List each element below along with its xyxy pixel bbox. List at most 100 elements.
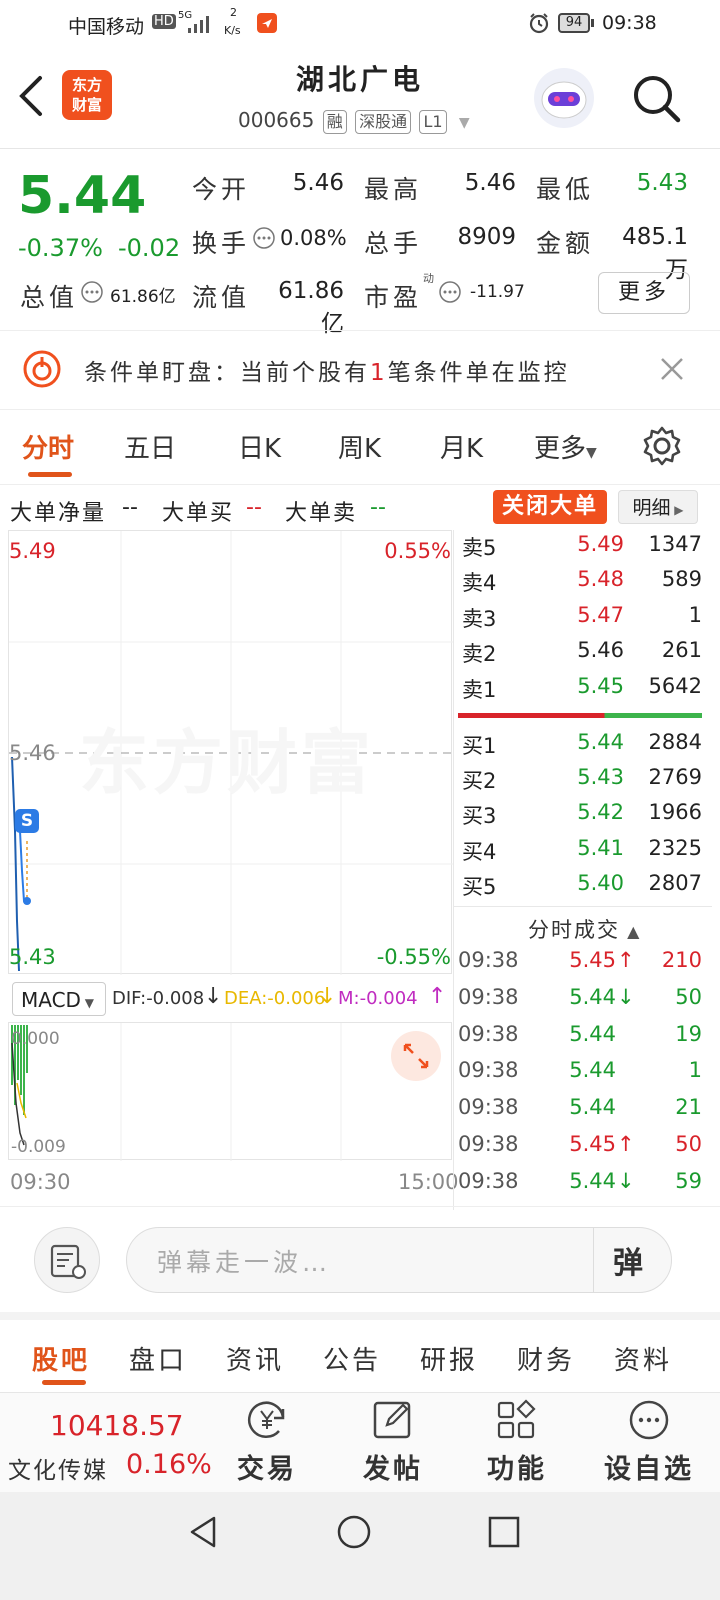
logo-line1: 东方	[71, 76, 102, 94]
condition-order-banner[interactable]: 条件单盯盘：当前个股有1笔条件单在监控	[0, 330, 720, 410]
tab-guba[interactable]: 股吧	[32, 1340, 90, 1377]
close-big-order-button[interactable]: 关闭大单	[493, 490, 607, 524]
tab-monthly-k[interactable]: 月K	[440, 428, 483, 465]
tab-announcements[interactable]: 公告	[323, 1340, 381, 1377]
danmu-placeholder: 弹幕走一波…	[157, 1248, 332, 1277]
ask-row: 卖1 5.45 5642	[454, 674, 704, 709]
danmu-input[interactable]: 弹幕走一波… 弹	[126, 1227, 672, 1293]
gear-icon[interactable]	[640, 424, 684, 468]
ask-price: 5.49	[577, 532, 624, 556]
trade-direction-icon: ↑	[617, 1132, 635, 1156]
eastmoney-logo[interactable]: 东方 财富	[62, 70, 112, 120]
time-axis-start: 09:30	[10, 1170, 71, 1194]
indicator-select[interactable]: MACD ▼	[12, 982, 106, 1016]
add-watchlist-button[interactable]: 设自选	[594, 1397, 704, 1491]
pe-dynamic-sup: 动	[423, 272, 434, 285]
ask-price: 5.45	[577, 673, 624, 698]
trade-price: 5.44	[569, 1095, 616, 1120]
ask-row: 卖4 5.48 589	[454, 567, 704, 602]
danmu-toggle-button[interactable]: 弹	[613, 1238, 643, 1282]
expand-button[interactable]	[391, 1031, 441, 1081]
tab-news[interactable]: 资讯	[226, 1340, 284, 1377]
pe-value: -11.97	[470, 282, 525, 302]
watermark: 东方财富	[79, 722, 375, 804]
sell-signal-marker[interactable]: S	[15, 809, 39, 833]
stock-code-row[interactable]: 000665 融 深股通 L1 ▼	[238, 108, 470, 134]
home-circle-icon[interactable]	[334, 1512, 374, 1552]
tab-finance[interactable]: 财务	[517, 1340, 575, 1377]
tab-profile[interactable]: 资料	[614, 1340, 672, 1377]
tab-five-day[interactable]: 五日	[124, 428, 176, 465]
more-button[interactable]: 更多	[598, 272, 690, 314]
macd-y-bottom: -0.009	[11, 1137, 66, 1157]
trade-price: 5.44	[569, 1021, 616, 1046]
function-button[interactable]: 功能	[476, 1397, 558, 1491]
tab-daily-k[interactable]: 日K	[238, 428, 281, 465]
bid-volume: 2807	[648, 870, 702, 895]
info-dots-icon[interactable]	[252, 226, 276, 250]
bid-volume: 2769	[648, 765, 702, 790]
tab-research[interactable]: 研报	[420, 1340, 478, 1377]
robot-avatar[interactable]	[534, 68, 594, 128]
ask-volume: 1347	[648, 532, 702, 556]
trade-price: 5.44	[569, 1058, 616, 1083]
ask-level-label: 卖5	[462, 536, 497, 560]
trade-row: 09:38 5.44 ↓ 59	[454, 1169, 704, 1204]
net-big-order-value: --	[122, 495, 138, 520]
bid-price: 5.41	[577, 835, 624, 860]
divider	[593, 1228, 594, 1292]
caret-down-icon: ▼	[80, 996, 94, 1010]
big-order-row: 大单净量 -- 大单买 -- 大单卖 -- 关闭大单 明细 ▶	[0, 485, 720, 530]
y-axis-top-pct: 0.55%	[384, 539, 451, 563]
notes-button[interactable]	[34, 1227, 100, 1293]
index-name: 文化传媒	[8, 1458, 108, 1484]
connect-tag: 深股通	[355, 110, 412, 134]
y-axis-top-price: 5.49	[9, 539, 56, 563]
volume-label: 总手	[364, 229, 423, 258]
trade-volume: 1	[688, 1058, 702, 1083]
trade-button[interactable]: 交易	[226, 1397, 308, 1491]
intraday-chart[interactable]: 东方财富 5.49 0.55% 5.46 5.43 -0.55% S	[8, 530, 453, 975]
last-price-dot	[23, 897, 31, 905]
trade-volume: 19	[675, 1021, 702, 1046]
tab-orderbook[interactable]: 盘口	[129, 1340, 187, 1377]
tab-more-label: 更多	[534, 434, 587, 464]
trade-volume: 21	[675, 1095, 702, 1120]
y-axis-bottom-pct: -0.55%	[376, 945, 451, 969]
low-label: 最低	[536, 175, 595, 204]
back-icon[interactable]	[14, 74, 48, 118]
target-icon	[23, 350, 61, 388]
back-triangle-icon[interactable]	[184, 1512, 224, 1552]
speed-unit: K/s	[224, 24, 241, 37]
notes-settings-icon	[50, 1244, 86, 1279]
trade-price: 5.44	[569, 1168, 616, 1193]
bid-row: 买1 5.44 2884	[454, 730, 704, 765]
trade-time: 09:38	[458, 1132, 519, 1156]
trades-title[interactable]: 分时成交 ▲	[528, 914, 641, 944]
info-dots-icon[interactable]	[438, 280, 462, 304]
turnover-label: 换手	[192, 229, 251, 258]
ask-row: 卖2 5.46 261	[454, 638, 704, 673]
bid-volume: 2325	[648, 835, 702, 860]
detail-button[interactable]: 明细 ▶	[618, 490, 698, 524]
battery-icon: 94	[558, 13, 590, 33]
tab-intraday[interactable]: 分时	[22, 428, 74, 465]
content-tab-bar: 股吧 盘口 资讯 公告 研报 财务 资料	[0, 1312, 720, 1390]
close-icon[interactable]	[658, 355, 686, 383]
bid-level-label: 买3	[462, 804, 497, 829]
macd-chart[interactable]: 0.000 -0.009	[8, 1022, 452, 1161]
macd-dea: DEA:-0.006	[224, 988, 326, 1009]
tab-weekly-k[interactable]: 周K	[338, 428, 381, 465]
recents-square-icon[interactable]	[484, 1512, 524, 1552]
trade-time: 09:38	[458, 1058, 519, 1083]
search-icon[interactable]	[630, 72, 684, 126]
post-button[interactable]: 发帖	[352, 1397, 434, 1491]
caret-up-icon: ▲	[620, 922, 642, 941]
tab-more[interactable]: 更多▼	[534, 428, 597, 465]
bid-level-label: 买1	[462, 734, 497, 758]
info-dots-icon[interactable]	[80, 280, 104, 304]
index-ticker[interactable]: 10418.57 文化传媒 0.16%	[0, 1393, 212, 1493]
status-bar: 中国移动 HD 5G 2 K/s 94 09:38	[0, 0, 720, 48]
post-label: 发帖	[363, 1454, 423, 1485]
ask-row: 卖5 5.49 1347	[454, 532, 704, 567]
